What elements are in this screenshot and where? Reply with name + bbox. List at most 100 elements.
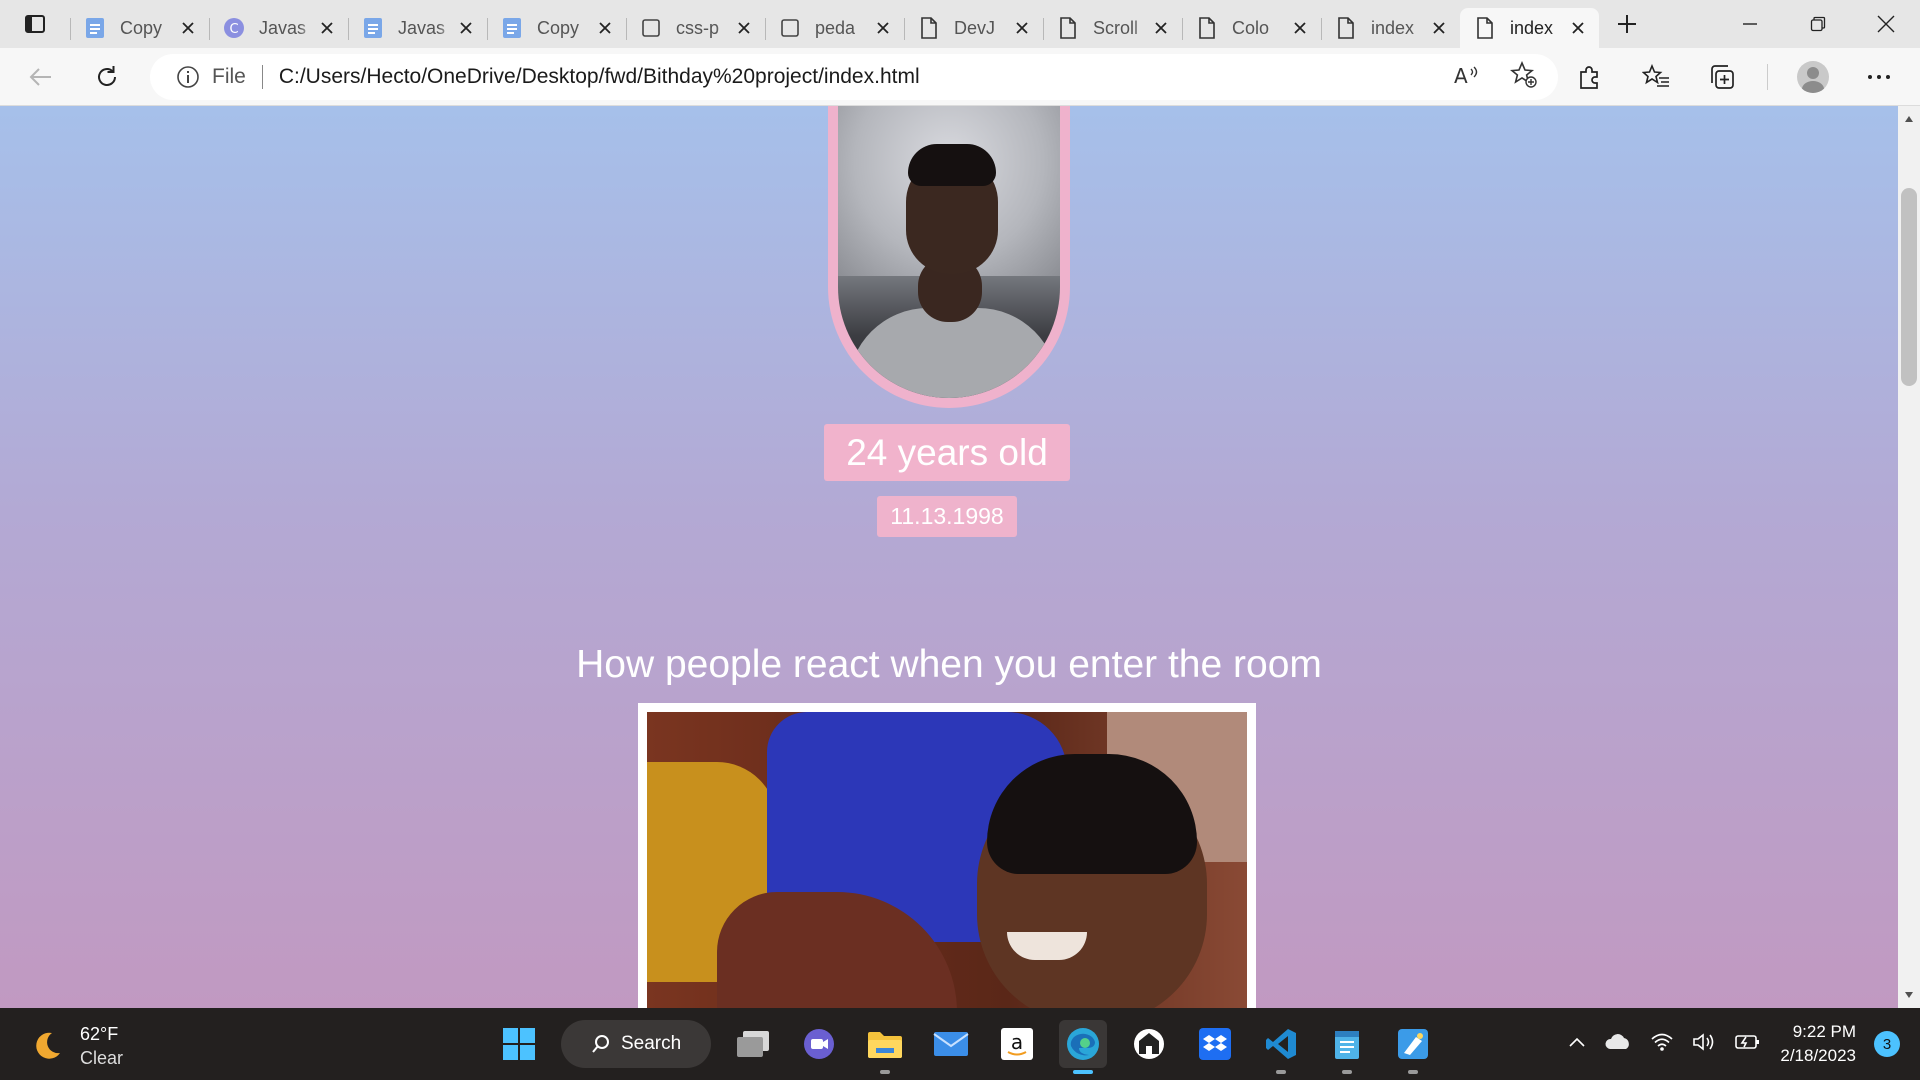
collections-button[interactable] bbox=[1701, 56, 1743, 98]
tab-title: DevJ bbox=[954, 17, 996, 38]
taskbar-clock[interactable]: 9:22 PM 2/18/2023 bbox=[1780, 1020, 1856, 1068]
browser-tab[interactable]: Colo bbox=[1182, 8, 1321, 48]
wifi-icon[interactable] bbox=[1650, 1032, 1674, 1057]
browser-tab[interactable]: Copy bbox=[70, 8, 209, 48]
edge-icon bbox=[1067, 1028, 1099, 1060]
browser-tab[interactable]: index bbox=[1321, 8, 1460, 48]
minimize-button[interactable] bbox=[1716, 0, 1784, 48]
scroll-down-arrow-icon[interactable] bbox=[1898, 984, 1920, 1006]
close-tab-icon[interactable] bbox=[733, 17, 755, 39]
task-view-button[interactable] bbox=[729, 1020, 777, 1068]
close-tab-icon[interactable] bbox=[1011, 17, 1033, 39]
clock-time: 9:22 PM bbox=[1792, 1022, 1856, 1041]
docs-icon bbox=[501, 17, 523, 39]
browser-tab[interactable]: css-p bbox=[626, 8, 765, 48]
tab-title: peda bbox=[815, 17, 856, 38]
system-tray: 9:22 PM 2/18/2023 3 bbox=[1568, 1020, 1900, 1068]
tab-actions-button[interactable] bbox=[0, 0, 70, 48]
onedrive-cloud-icon[interactable] bbox=[1604, 1033, 1632, 1056]
file-icon bbox=[1474, 17, 1496, 39]
notification-badge[interactable]: 3 bbox=[1874, 1031, 1900, 1057]
start-button[interactable] bbox=[495, 1020, 543, 1068]
tab-title: css-p bbox=[676, 17, 720, 38]
restore-button[interactable] bbox=[1784, 0, 1852, 48]
page-scrollbar[interactable] bbox=[1898, 106, 1920, 1008]
tab-strip: Copy C Javas Javas Copy css-p peda DevJ … bbox=[0, 0, 1920, 48]
address-bar[interactable]: File C:/Users/Hecto/OneDrive/Desktop/fwd… bbox=[150, 54, 1558, 100]
close-tab-icon[interactable] bbox=[177, 17, 199, 39]
weather-condition: Clear bbox=[80, 1048, 124, 1068]
browser-tab[interactable]: DevJ bbox=[904, 8, 1043, 48]
extensions-button[interactable] bbox=[1569, 56, 1611, 98]
scheme-label: File bbox=[212, 65, 246, 88]
browser-tab[interactable]: Javas bbox=[348, 8, 487, 48]
edge-button[interactable] bbox=[1059, 1020, 1107, 1074]
browser-tab[interactable]: Copy bbox=[487, 8, 626, 48]
notepad-button[interactable] bbox=[1323, 1020, 1371, 1074]
close-tab-icon[interactable] bbox=[1567, 17, 1589, 39]
portrait-frame bbox=[828, 106, 1070, 408]
profile-button[interactable] bbox=[1792, 56, 1834, 98]
file-icon bbox=[1196, 17, 1218, 39]
teams-chat-button[interactable] bbox=[795, 1020, 843, 1068]
toolbar-right-actions bbox=[1569, 56, 1900, 98]
file-icon bbox=[1335, 17, 1357, 39]
close-tab-icon[interactable] bbox=[316, 17, 338, 39]
address-divider bbox=[261, 65, 263, 89]
close-tab-icon[interactable] bbox=[1150, 17, 1172, 39]
folder-icon bbox=[868, 1032, 902, 1058]
taskbar-search[interactable]: Search bbox=[561, 1020, 711, 1068]
toolbar-divider bbox=[1767, 64, 1768, 90]
add-favorite-icon[interactable] bbox=[1509, 60, 1538, 94]
close-window-button[interactable] bbox=[1852, 0, 1920, 48]
collections-icon bbox=[1711, 65, 1734, 89]
battery-icon[interactable] bbox=[1734, 1032, 1762, 1057]
back-button[interactable] bbox=[20, 56, 62, 98]
read-aloud-icon[interactable]: A bbox=[1454, 63, 1480, 92]
taskbar-apps: Search a bbox=[495, 1018, 1437, 1074]
new-tab-button[interactable] bbox=[1599, 0, 1655, 48]
scroll-thumb[interactable] bbox=[1901, 188, 1917, 386]
mail-button[interactable] bbox=[927, 1020, 975, 1068]
browser-tab[interactable]: peda bbox=[765, 8, 904, 48]
chat-icon bbox=[804, 1029, 834, 1059]
app-button[interactable] bbox=[1125, 1020, 1173, 1068]
moon-icon bbox=[36, 1032, 60, 1059]
close-tab-icon[interactable] bbox=[1428, 17, 1450, 39]
browser-tab-active[interactable]: index bbox=[1460, 8, 1599, 48]
favorites-button[interactable] bbox=[1635, 56, 1677, 98]
volume-icon[interactable] bbox=[1692, 1032, 1716, 1057]
close-tab-icon[interactable] bbox=[594, 17, 616, 39]
scroll-up-arrow-icon[interactable] bbox=[1898, 108, 1920, 130]
more-dots-icon bbox=[1868, 75, 1890, 79]
refresh-button[interactable] bbox=[86, 56, 128, 98]
file-explorer-button[interactable] bbox=[861, 1020, 909, 1074]
tab-title: Javas bbox=[259, 17, 307, 38]
amazon-icon: a bbox=[1001, 1028, 1033, 1060]
chevron-up-icon[interactable] bbox=[1568, 1035, 1586, 1053]
close-tab-icon[interactable] bbox=[1289, 17, 1311, 39]
avatar bbox=[1797, 61, 1829, 93]
amazon-button[interactable]: a bbox=[993, 1020, 1041, 1068]
back-arrow-icon bbox=[29, 68, 51, 86]
address-actions: A bbox=[1454, 54, 1538, 100]
blank-page-icon bbox=[779, 17, 801, 39]
close-tab-icon[interactable] bbox=[872, 17, 894, 39]
dropbox-icon bbox=[1199, 1028, 1231, 1060]
canva-icon: C bbox=[223, 17, 245, 39]
paint-button[interactable] bbox=[1389, 1020, 1437, 1074]
weather-widget[interactable]: 62°F Clear bbox=[30, 1022, 123, 1070]
dropbox-button[interactable] bbox=[1191, 1020, 1239, 1068]
info-icon[interactable] bbox=[176, 65, 200, 89]
tab-title: Copy bbox=[120, 17, 163, 38]
url-text[interactable]: C:/Users/Hecto/OneDrive/Desktop/fwd/Bith… bbox=[279, 65, 920, 89]
close-icon bbox=[1877, 15, 1895, 33]
browser-tab[interactable]: Scroll bbox=[1043, 8, 1182, 48]
settings-menu-button[interactable] bbox=[1858, 56, 1900, 98]
vscode-button[interactable] bbox=[1257, 1020, 1305, 1074]
browser-tab[interactable]: C Javas bbox=[209, 8, 348, 48]
weather-temp: 62°F bbox=[80, 1024, 119, 1044]
notepad-icon bbox=[1335, 1031, 1359, 1059]
close-tab-icon[interactable] bbox=[455, 17, 477, 39]
browser-toolbar: File C:/Users/Hecto/OneDrive/Desktop/fwd… bbox=[0, 48, 1920, 106]
